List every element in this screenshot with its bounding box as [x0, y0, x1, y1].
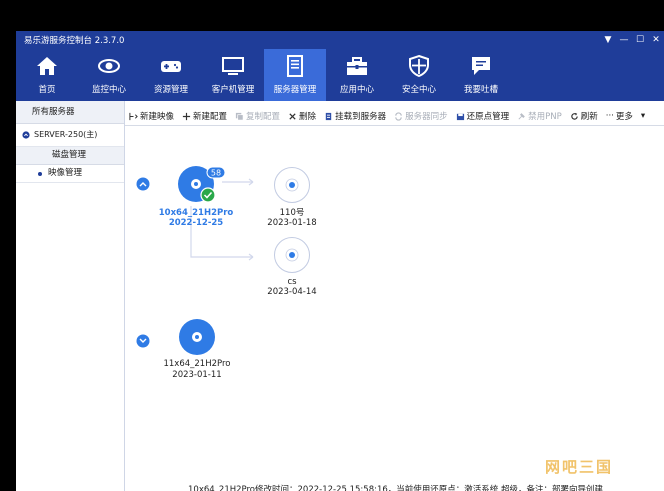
nav-label: 首页 [38, 85, 56, 95]
toolbar-label: 更多 [615, 112, 633, 122]
chat-icon [472, 57, 490, 75]
image-node-11x64[interactable]: 11x64_21H2Pro 2023-01-11 [163, 319, 231, 380]
nav-label: 应用中心 [339, 85, 374, 95]
new-image-icon [129, 112, 138, 120]
expand-node-button[interactable] [136, 334, 150, 348]
image-name: 10x64_21H2Pro [159, 208, 234, 218]
image-management-label: 映像管理 [48, 168, 83, 178]
collapse-node-button[interactable] [136, 177, 150, 191]
eye-icon [98, 59, 120, 73]
nav-monitor[interactable]: 监控中心 [78, 49, 140, 101]
maximize-icon[interactable]: ☐ [632, 31, 648, 49]
monitor-icon [222, 57, 244, 75]
config-date: 2023-01-18 [267, 218, 316, 228]
home-icon [37, 57, 57, 75]
toolbar-label: 挂载到服务器 [335, 112, 387, 122]
status-text: 10x64_21H2Pro修改时间：2022-12-25 15:58:16，当前… [188, 485, 603, 491]
nav-feedback[interactable]: 我要吐槽 [450, 49, 512, 101]
bullet-icon [38, 171, 42, 176]
title-bar: 易乐游服务控制台 2.3.7.0 ▼ — ☐ ✕ [16, 31, 664, 49]
nav-servers[interactable]: 服务器管理 [264, 49, 326, 101]
sync-icon [395, 111, 402, 121]
gamepad-icon [161, 61, 181, 72]
image-date: 2023-01-11 [172, 370, 221, 380]
mount-to-server-button[interactable]: 挂载到服务器 [320, 110, 390, 122]
config-node-110[interactable]: 110号 2023-01-18 [267, 167, 317, 229]
server-label: SERVER-250(主) [34, 130, 98, 139]
mount-icon [325, 112, 332, 120]
sidebar-all-servers[interactable]: 所有服务器 [16, 101, 124, 124]
nav-apps[interactable]: 应用中心 [326, 49, 388, 101]
config-name: cs [287, 277, 297, 287]
delete-icon [289, 112, 296, 120]
more-button[interactable]: ··· 更多 ▾ [602, 110, 649, 122]
toolbar-label: 禁用PNP [528, 112, 562, 122]
nav-clients[interactable]: 客户机管理 [202, 49, 264, 101]
image-date: 2022-12-25 [169, 218, 223, 228]
shield-icon [409, 54, 429, 78]
nav-security[interactable]: 安全中心 [388, 49, 450, 101]
toolbar-label: 还原点管理 [466, 112, 510, 122]
badge: 58 [206, 166, 226, 179]
toolbar: 新建映像 新建配置 复制配置 删除 挂载到服务器 服务器同步 还原点管理 禁用P… [125, 107, 664, 126]
nav-home[interactable]: 首页 [16, 49, 78, 101]
refresh-icon [571, 112, 578, 120]
refresh-button[interactable]: 刷新 [566, 110, 602, 122]
collapse-icon[interactable] [22, 131, 30, 139]
window-controls: ▼ — ☐ ✕ [600, 31, 664, 49]
copy-icon [235, 112, 244, 120]
sidebar: 所有服务器 SERVER-250(主) 磁盘管理 映像管理 [16, 101, 125, 491]
pnp-icon [518, 112, 525, 120]
config-node-cs[interactable]: cs 2023-04-14 [267, 237, 317, 298]
config-name: 110号 [280, 208, 305, 218]
plus-icon [182, 112, 191, 120]
new-config-button[interactable]: 新建配置 [178, 110, 231, 122]
close-icon[interactable]: ✕ [648, 31, 664, 49]
status-bar: 10x64_21H2Pro修改时间：2022-12-25 15:58:16，当前… [16, 483, 664, 491]
sidebar-disk-management[interactable]: 磁盘管理 [16, 147, 124, 165]
menu-dropdown-icon[interactable]: ▼ [600, 31, 616, 49]
sidebar-server[interactable]: SERVER-250(主) [16, 124, 124, 147]
config-date: 2023-04-14 [267, 287, 316, 297]
window-title: 易乐游服务控制台 2.3.7.0 [24, 36, 125, 46]
nav-label: 服务器管理 [273, 85, 317, 95]
chevron-down-icon: ▾ [640, 111, 646, 121]
nav-label: 资源管理 [153, 85, 188, 95]
minimize-icon[interactable]: — [616, 31, 632, 49]
image-node-10x64[interactable]: 58 10x64_21H2Pro 2022-12-25 [159, 166, 234, 228]
copy-config-button[interactable]: 复制配置 [231, 110, 284, 122]
toolbar-label: 新建配置 [193, 112, 228, 122]
delete-button[interactable]: 删除 [284, 110, 320, 122]
sidebar-image-management[interactable]: 映像管理 [16, 165, 124, 183]
restore-point-button[interactable]: 还原点管理 [452, 110, 514, 122]
nav-resources[interactable]: 资源管理 [140, 49, 202, 101]
image-name: 11x64_21H2Pro [163, 359, 230, 369]
check-icon [200, 187, 216, 203]
nav-label: 安全中心 [401, 85, 436, 95]
nav-label: 客户机管理 [211, 85, 255, 95]
restore-point-icon [456, 113, 464, 120]
image-tree-canvas: 58 10x64_21H2Pro 2022-12-25 110号 2023-01… [136, 166, 317, 380]
server-sync-button[interactable]: 服务器同步 [390, 110, 452, 122]
more-dots-icon: ··· [605, 111, 614, 121]
toolbar-label: 服务器同步 [405, 112, 448, 122]
toolbox-icon [347, 57, 367, 75]
toolbar-label: 新建映像 [140, 112, 175, 122]
server-icon [287, 55, 303, 77]
toolbar-label: 刷新 [580, 112, 598, 122]
image-badge-count: 58 [211, 169, 221, 178]
nav-label: 我要吐槽 [463, 85, 498, 95]
watermark: 网吧三国 [545, 458, 614, 476]
disable-pnp-button[interactable]: 禁用PNP [513, 110, 566, 122]
toolbar-label: 删除 [299, 112, 317, 122]
main-nav: 首页 监控中心 资源管理 客户机管理 服务器管理 应用中心 安全中心 我要吐槽 [16, 49, 664, 101]
app-window: 易乐游服务控制台 2.3.7.0 ▼ — ☐ ✕ 首页 监控中心 资源管理 客户… [16, 31, 664, 491]
nav-label: 监控中心 [91, 85, 126, 95]
toolbar-label: 复制配置 [246, 112, 281, 122]
new-image-button[interactable]: 新建映像 [125, 110, 178, 122]
